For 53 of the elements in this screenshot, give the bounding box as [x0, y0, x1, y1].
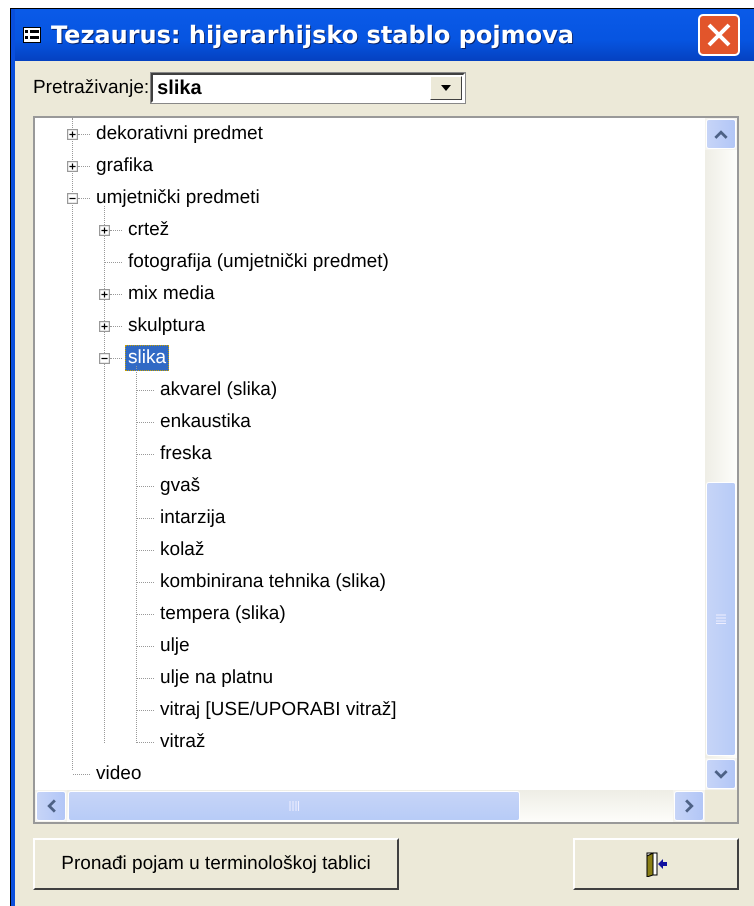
- tree-item[interactable]: intarzija: [157, 505, 228, 531]
- chevron-left-icon: [46, 799, 56, 813]
- grip-icon: [289, 801, 299, 811]
- tree-item[interactable]: skulptura: [125, 313, 208, 339]
- tree-item[interactable]: ulje na platnu: [157, 665, 276, 691]
- horizontal-scrollbar[interactable]: [35, 790, 705, 822]
- scrollbar-corner: [705, 790, 737, 822]
- tree-item[interactable]: kombinirana tehnika (slika): [157, 569, 389, 595]
- scroll-up-button[interactable]: [706, 119, 736, 149]
- expand-icon[interactable]: [67, 128, 78, 140]
- tree-item[interactable]: ulje: [157, 633, 193, 659]
- close-icon[interactable]: [698, 14, 740, 56]
- tree-item[interactable]: gvaš: [157, 473, 204, 499]
- chevron-up-icon: [714, 130, 728, 138]
- tree-item[interactable]: mix media: [125, 281, 218, 307]
- tree-item[interactable]: crtež: [125, 217, 172, 243]
- tree-item[interactable]: vitraž: [157, 729, 208, 755]
- scrollbar-thumb[interactable]: [68, 791, 520, 821]
- tree-item[interactable]: fotografija (umjetnički predmet): [125, 249, 392, 275]
- tree-item[interactable]: slika: [125, 345, 170, 371]
- chevron-down-icon: [714, 770, 728, 778]
- scroll-down-button[interactable]: [706, 759, 736, 789]
- tree-item[interactable]: tempera (slika): [157, 601, 289, 627]
- grip-icon: [716, 614, 726, 624]
- dropdown-button[interactable]: [430, 76, 462, 100]
- door-exit-icon: [644, 851, 668, 877]
- form-icon: [23, 27, 41, 43]
- window-title: Tezaurus: hijerarhijsko stablo pojmova: [51, 21, 575, 49]
- expand-icon[interactable]: [99, 224, 110, 236]
- tree-item[interactable]: freska: [157, 441, 215, 467]
- expand-icon[interactable]: [99, 320, 110, 332]
- collapse-icon[interactable]: [67, 192, 78, 204]
- search-combo-box[interactable]: slika: [151, 73, 466, 103]
- scroll-right-button[interactable]: [674, 791, 704, 821]
- tree-item[interactable]: enkaustika: [157, 409, 254, 435]
- exit-button[interactable]: [573, 838, 739, 890]
- chevron-right-icon: [684, 799, 694, 813]
- find-term-button[interactable]: Pronađi pojam u terminološkoj tablici: [33, 838, 399, 890]
- scroll-left-button[interactable]: [36, 791, 66, 821]
- tree-item[interactable]: vitraj [USE/UPORABI vitraž]: [157, 697, 400, 723]
- expand-icon[interactable]: [67, 160, 78, 172]
- vertical-scrollbar[interactable]: [705, 118, 737, 790]
- collapse-icon[interactable]: [99, 352, 110, 364]
- tree-item[interactable]: akvarel (slika): [157, 377, 280, 403]
- scrollbar-thumb[interactable]: [706, 482, 736, 756]
- caret-icon: [441, 85, 452, 91]
- tree-item[interactable]: kolaž: [157, 537, 208, 563]
- search-label: Pretraživanje:: [33, 77, 150, 99]
- tree-item[interactable]: video: [93, 761, 144, 787]
- tree-item[interactable]: dekorativni predmet: [93, 121, 266, 147]
- expand-icon[interactable]: [99, 288, 110, 300]
- tree-item[interactable]: umjetnički predmeti: [93, 185, 263, 211]
- tree-item[interactable]: grafika: [93, 153, 156, 179]
